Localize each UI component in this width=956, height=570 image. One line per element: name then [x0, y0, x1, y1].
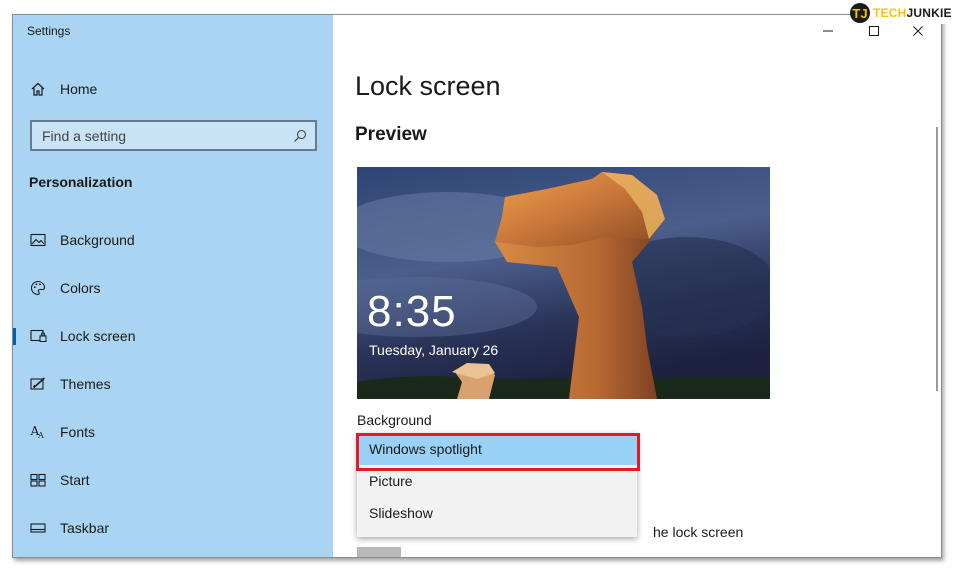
highlight-annotation: [356, 433, 640, 471]
sidebar-item-start[interactable]: Start: [13, 465, 333, 495]
preview-heading: Preview: [355, 124, 427, 145]
themes-icon: [28, 377, 48, 391]
settings-window: Settings Home Find a setting Personaliza…: [12, 14, 942, 558]
lock-screen-time: 8:35: [367, 287, 457, 336]
fonts-icon: AA: [28, 424, 48, 440]
sidebar-item-label: Themes: [60, 376, 111, 392]
picture-icon: [28, 233, 48, 247]
taskbar-icon: [28, 522, 48, 534]
sidebar-item-themes[interactable]: Themes: [13, 369, 333, 399]
app-title: Settings: [27, 24, 71, 38]
lock-screen-date: Tuesday, January 26: [369, 342, 499, 358]
start-icon: [28, 473, 48, 487]
preview-image: [357, 167, 770, 399]
techjunkie-logo: TJ TECHJUNKIE: [850, 2, 956, 24]
sidebar-item-colors[interactable]: Colors: [13, 273, 333, 303]
maximize-icon: [869, 26, 879, 36]
search-icon[interactable]: [285, 129, 315, 143]
sidebar-item-label: Home: [60, 81, 98, 97]
search-input[interactable]: Find a setting: [30, 120, 317, 151]
search-placeholder: Find a setting: [42, 127, 127, 144]
screenshot-frame: Settings Home Find a setting Personaliza…: [0, 0, 956, 570]
sidebar-item-label: Taskbar: [60, 520, 110, 536]
logo-text-tech: TECH: [873, 6, 907, 20]
sidebar-item-home[interactable]: Home: [13, 75, 333, 103]
page-title: Lock screen: [355, 71, 501, 101]
close-button[interactable]: [903, 21, 933, 41]
sidebar-item-lock-screen[interactable]: Lock screen: [13, 321, 333, 351]
sidebar-item-fonts[interactable]: AA Fonts: [13, 417, 333, 447]
sidebar-item-label: Background: [60, 232, 135, 248]
sidebar-item-background[interactable]: Background: [13, 225, 333, 255]
partially-covered-setting-label: he lock screen: [653, 524, 744, 540]
toggle-switch[interactable]: [357, 547, 401, 557]
lock-screen-icon: [28, 329, 48, 343]
close-icon: [913, 26, 923, 36]
svg-text:A: A: [37, 431, 44, 440]
logo-text-junkie: JUNKIE: [906, 6, 952, 20]
section-title: Personalization: [29, 174, 133, 190]
background-label: Background: [357, 412, 432, 428]
scrollbar[interactable]: [936, 127, 938, 391]
sidebar-item-label: Fonts: [60, 424, 96, 440]
logo-text: TECHJUNKIE: [873, 6, 952, 20]
palette-icon: [28, 280, 48, 296]
sidebar-item-label: Colors: [60, 280, 101, 296]
sidebar-item-taskbar[interactable]: Taskbar: [13, 513, 333, 543]
dropdown-option-slideshow[interactable]: Slideshow: [357, 497, 637, 529]
logo-badge: TJ: [850, 3, 870, 23]
sidebar: Settings Home Find a setting Personaliza…: [13, 15, 333, 557]
sidebar-item-label: Start: [60, 472, 90, 488]
sidebar-item-label: Lock screen: [60, 328, 136, 344]
lock-screen-preview: 8:35 Tuesday, January 26: [357, 167, 770, 399]
minimize-button[interactable]: [813, 21, 843, 41]
maximize-button[interactable]: [859, 21, 889, 41]
minimize-icon: [823, 30, 833, 32]
home-icon: [28, 81, 48, 97]
